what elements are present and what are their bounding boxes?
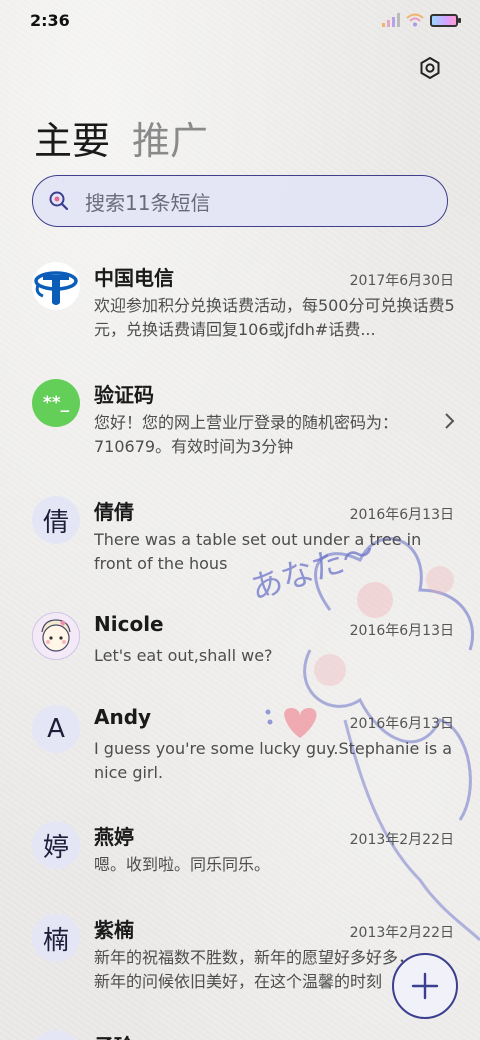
avatar-text: 婷 [42,832,69,863]
message-date: 2016年6月13日 [349,716,454,732]
tab-primary[interactable]: 主要 [34,110,110,165]
avatar: 婷 [32,821,80,869]
signal-icon [382,13,400,27]
status-icons [382,13,461,27]
message-preview: Let's eat out,shall we? [94,646,273,665]
status-bar: 2:36 [0,0,480,40]
message-date: 2016年6月13日 [349,507,454,523]
category-tabs: 主要 推广 [34,110,208,165]
settings-button[interactable] [418,56,442,80]
china-telecom-logo-icon [34,271,78,305]
plus-icon [411,972,439,1000]
sender-name: 子玲 [94,1030,134,1040]
message-date: 2017年6月30日 [349,273,454,289]
avatar: A [32,705,80,753]
search-input[interactable]: 搜索11条短信 [32,175,448,227]
avatar: 倩 [32,496,80,544]
gear-icon [420,56,440,80]
message-preview: 新年的祝福数不胜数，新年的愿望好多好多，新年的问候依旧美好，在这个温馨的时刻 [94,948,415,991]
message-preview: 欢迎参加积分兑换话费活动，每500分可兑换话费5元，兑换话费请回复106或jfd… [94,296,455,339]
avatar-text: **_ [42,393,70,413]
sender-name: 验证码 [94,383,154,407]
message-preview: I guess you're some lucky guy.Stephanie … [94,739,453,782]
avatar: **_ [32,379,80,427]
sender-name: 中国电信 [94,266,174,290]
search-icon [49,191,69,211]
sender-name: 燕婷 [94,825,134,849]
avatar [32,262,80,310]
wifi-icon [406,13,424,27]
search-placeholder: 搜索11条短信 [85,190,211,215]
cartoon-avatar-icon [41,619,71,652]
sender-name: Nicole [94,612,164,636]
avatar: 楠 [32,914,80,962]
avatar-text: 楠 [42,925,69,956]
new-message-button[interactable] [392,953,458,1019]
battery-icon [430,13,461,27]
sender-name: 倩倩 [94,500,134,524]
message-date: 2013年2月22日 [349,925,454,941]
message-preview: 嗯。收到啦。同乐同乐。 [94,855,271,874]
message-preview: There was a table set out under a tree i… [94,530,422,573]
message-date: 2013年2月22日 [349,832,454,848]
status-time: 2:36 [30,10,70,30]
avatar-text: A [47,714,65,744]
chevron-right-icon[interactable] [444,411,456,431]
avatar-text: 倩 [42,507,69,538]
message-preview: 您好！您的网上营业厅登录的随机密码为：710679。有效时间为3分钟 [94,413,399,456]
tab-promotions[interactable]: 推广 [132,110,208,165]
sender-name: 紫楠 [94,918,134,942]
message-date: 2016年6月13日 [349,623,454,639]
sender-name: Andy [94,705,152,729]
avatar [32,612,80,660]
